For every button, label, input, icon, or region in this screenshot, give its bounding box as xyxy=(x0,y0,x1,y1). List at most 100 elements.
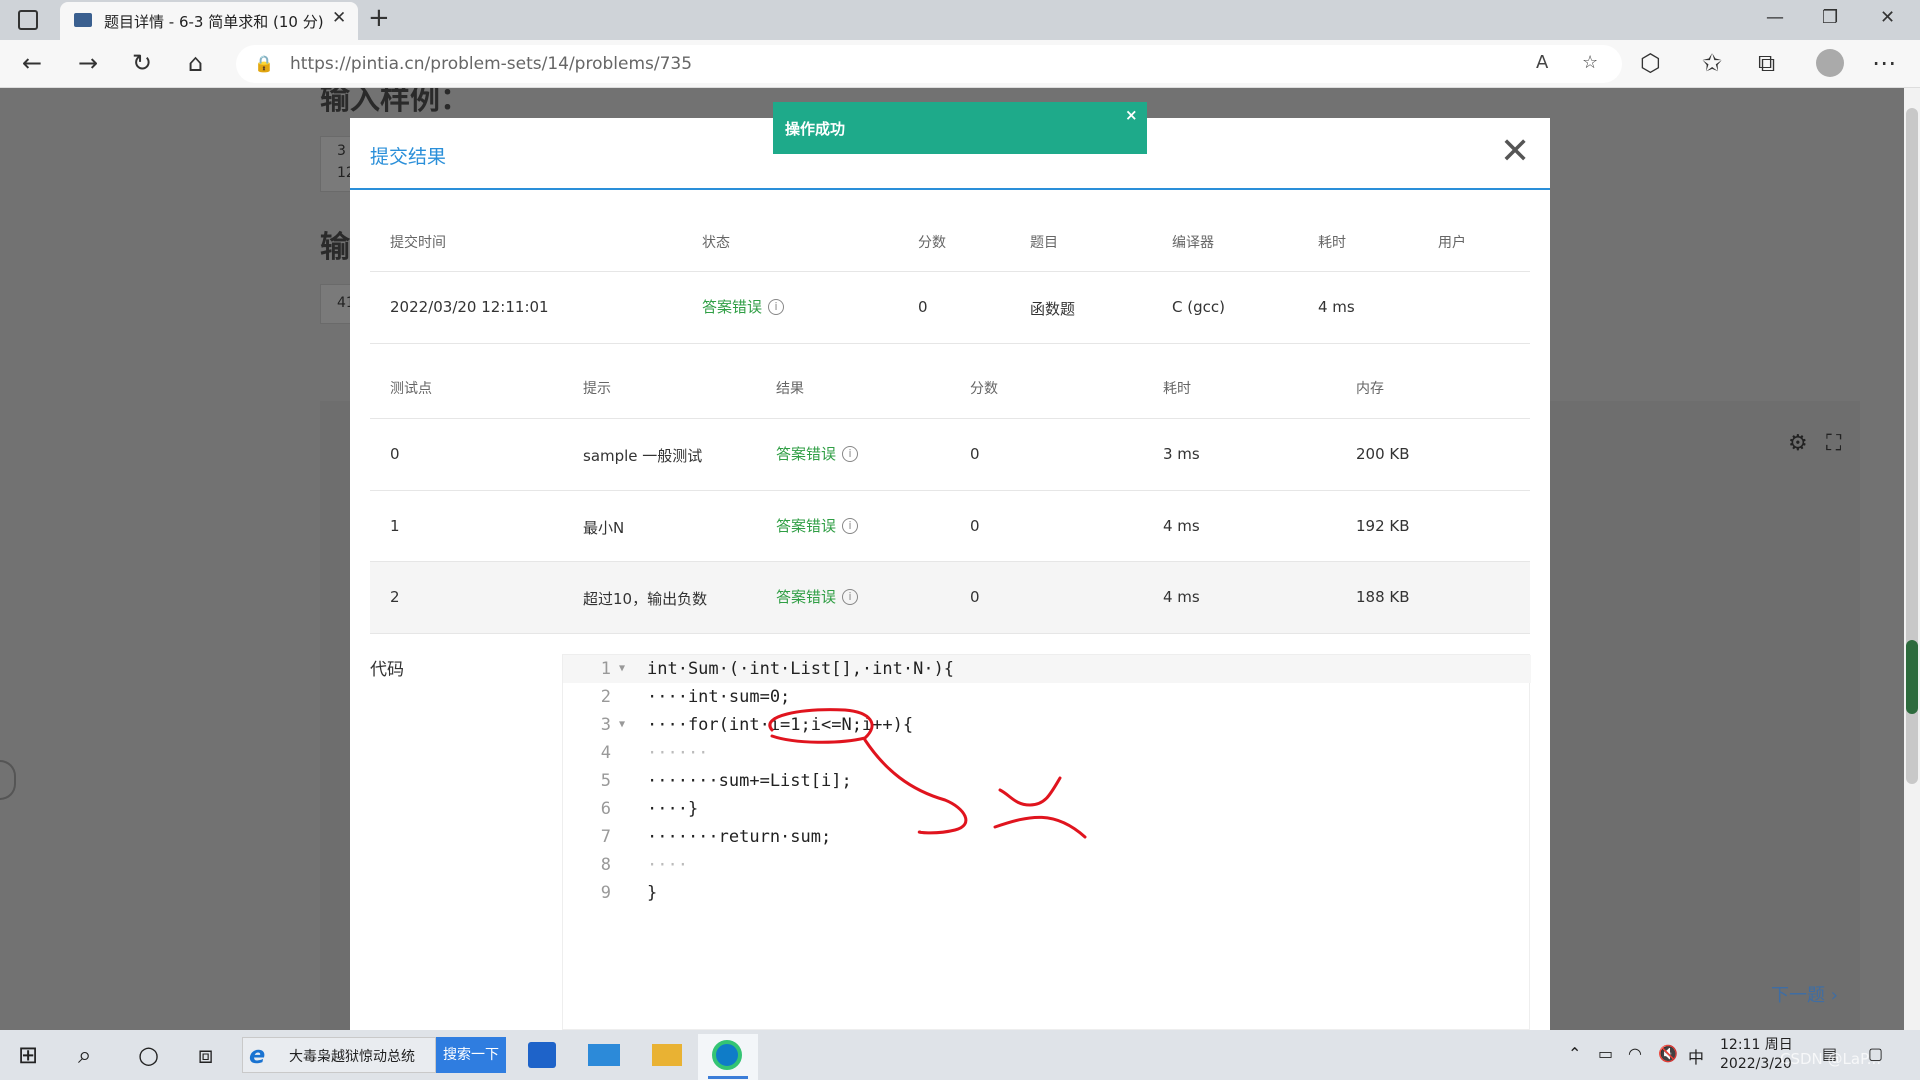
ime-indicator[interactable]: 中 xyxy=(1688,1044,1704,1068)
line-code: int·Sum·(·int·List[],·int·N·){ xyxy=(647,659,955,679)
mail-icon[interactable] xyxy=(588,1044,620,1066)
scroll-indicator xyxy=(1906,640,1918,714)
col-score: 分数 xyxy=(970,381,998,397)
more-menu-icon[interactable]: ⋯ xyxy=(1872,48,1896,78)
fold-arrow-icon[interactable]: ▼ xyxy=(619,711,625,739)
col-result: 结果 xyxy=(776,381,804,397)
window-close-button[interactable]: ✕ xyxy=(1880,7,1895,28)
line-code: ····int·sum=0; xyxy=(647,687,791,707)
ie-item-label: 大毒枭越狱惊动总统 xyxy=(289,1049,415,1065)
test-result[interactable]: 答案错误 i xyxy=(776,443,859,464)
code-viewer[interactable]: 1 ▼ int·Sum·(·int·List[],·int·N·){ 2 ···… xyxy=(562,654,1531,1030)
refresh-icon[interactable]: ↻ xyxy=(132,48,152,78)
line-number: 7 xyxy=(600,827,611,847)
line-code: ····for(int·i=1;i<=N;i++){ xyxy=(647,715,914,735)
address-bar[interactable]: 🔒 https://pintia.cn/problem-sets/14/prob… xyxy=(236,45,1622,83)
minimize-button[interactable]: — xyxy=(1766,7,1784,28)
settings-icon[interactable]: ⚙ xyxy=(1788,431,1808,456)
col-duration: 耗时 xyxy=(1318,235,1346,251)
volume-muted-icon[interactable]: 🔇 xyxy=(1658,1044,1678,1063)
test-row: 1 最小N 答案错误 i 0 4 ms 192 KB xyxy=(370,491,1530,562)
next-problem-link[interactable]: 下一题 › xyxy=(1771,981,1838,1007)
line-number: 4 xyxy=(600,743,611,763)
lock-icon[interactable]: 🔒 xyxy=(254,54,274,73)
chevron-right-icon: › xyxy=(1830,985,1838,1006)
test-memory: 192 KB xyxy=(1356,517,1410,535)
home-icon[interactable]: ⌂ xyxy=(188,48,203,78)
tab-actions-icon[interactable] xyxy=(18,10,38,30)
summary-table: 提交时间 状态 分数 题目 编译器 耗时 用户 2022/03/20 12:11… xyxy=(370,208,1530,344)
duration: 4 ms xyxy=(1318,298,1355,316)
windows-start-icon[interactable]: ⊞ xyxy=(18,1041,38,1069)
compiler: C (gcc) xyxy=(1172,298,1225,316)
cortana-icon[interactable]: ○ xyxy=(138,1041,159,1069)
line-code: ···· xyxy=(647,855,688,875)
test-row: 2 超过10，输出负数 答案错误 i 0 4 ms 188 KB xyxy=(370,562,1530,634)
profile-avatar[interactable] xyxy=(1816,49,1844,77)
line-number: 6 xyxy=(600,799,611,819)
network-icon[interactable]: ◠ xyxy=(1628,1044,1642,1063)
code-line: 5 ·······sum+=List[i]; xyxy=(563,767,1531,795)
test-id: 1 xyxy=(390,517,400,535)
test-result[interactable]: 答案错误 i xyxy=(776,586,859,607)
test-time: 4 ms xyxy=(1163,517,1200,535)
search-button[interactable]: 搜索一下 xyxy=(436,1037,506,1073)
battery-icon[interactable]: ▭ xyxy=(1598,1044,1613,1063)
forward-icon[interactable]: → xyxy=(78,48,98,78)
code-line: 2 ····int·sum=0; xyxy=(563,683,1531,711)
col-score: 分数 xyxy=(918,235,946,251)
problem-type: 函数题 xyxy=(1030,300,1076,318)
new-tab-button[interactable]: + xyxy=(368,3,390,33)
side-toggle-icon[interactable] xyxy=(0,760,16,800)
search-icon[interactable]: ⌕ xyxy=(78,1041,91,1069)
modal-close-button[interactable]: ✕ xyxy=(1500,132,1530,172)
col-submit-time: 提交时间 xyxy=(390,235,446,251)
browser-tab[interactable]: 题目详情 - 6-3 简单求和 (10 分) ✕ xyxy=(60,2,358,40)
test-id: 0 xyxy=(390,445,400,463)
col-memory: 内存 xyxy=(1356,381,1384,397)
tray-chevron-up-icon[interactable]: ⌃ xyxy=(1568,1044,1581,1063)
test-result-text[interactable]: 答案错误 xyxy=(776,445,836,463)
url-text[interactable]: https://pintia.cn/problem-sets/14/proble… xyxy=(290,54,692,74)
test-result-text[interactable]: 答案错误 xyxy=(776,517,836,535)
favorites-icon[interactable]: ✩ xyxy=(1702,48,1722,78)
info-icon[interactable]: i xyxy=(842,446,859,462)
code-line: 4 ······ xyxy=(563,739,1531,767)
tab-bar: 题目详情 - 6-3 简单求和 (10 分) ✕ + — ❐ ✕ xyxy=(0,0,1920,40)
info-icon[interactable]: i xyxy=(842,589,859,605)
add-favorite-icon[interactable]: ☆ xyxy=(1582,52,1598,73)
toast-close-icon[interactable]: × xyxy=(1125,106,1138,124)
task-view-icon[interactable]: ⧈ xyxy=(198,1041,213,1069)
code-line: 6 ····} xyxy=(563,795,1531,823)
status-text[interactable]: 答案错误 xyxy=(702,298,762,316)
next-problem-label: 下一题 xyxy=(1771,985,1825,1006)
submit-time: 2022/03/20 12:11:01 xyxy=(390,298,549,316)
toast-message: 操作成功 xyxy=(785,120,846,138)
fullscreen-icon[interactable]: ⛶ xyxy=(1826,431,1841,456)
ie-taskbar-item[interactable]: e 大毒枭越狱惊动总统 xyxy=(242,1037,436,1073)
code-line: 8 ···· xyxy=(563,851,1531,879)
test-id: 2 xyxy=(390,588,400,606)
read-aloud-icon[interactable]: A xyxy=(1536,52,1548,73)
input-sample-heading: 输入样例： xyxy=(320,88,470,117)
fold-arrow-icon[interactable]: ▼ xyxy=(619,655,625,683)
active-indicator xyxy=(708,1076,748,1079)
back-icon[interactable]: ← xyxy=(22,48,42,78)
tests-header-row: 测试点 提示 结果 分数 耗时 内存 xyxy=(370,354,1530,419)
info-icon[interactable]: i xyxy=(768,299,785,315)
status-cell[interactable]: 答案错误 i xyxy=(702,296,785,317)
file-explorer-icon[interactable] xyxy=(652,1044,682,1066)
summary-row: 2022/03/20 12:11:01 答案错误 i 0 函数题 C (gcc) … xyxy=(370,272,1530,344)
col-time: 耗时 xyxy=(1163,381,1191,397)
extensions-icon[interactable]: ⬡ xyxy=(1640,48,1661,78)
tab-close-icon[interactable]: ✕ xyxy=(332,8,346,28)
maximize-button[interactable]: ❐ xyxy=(1822,7,1838,28)
success-toast: 操作成功 × xyxy=(773,102,1147,154)
edge-icon[interactable] xyxy=(712,1040,742,1070)
collections-icon[interactable]: ⧉ xyxy=(1758,48,1775,78)
info-icon[interactable]: i xyxy=(842,518,859,534)
store-icon[interactable] xyxy=(528,1042,556,1068)
test-result[interactable]: 答案错误 i xyxy=(776,515,859,536)
test-result-text[interactable]: 答案错误 xyxy=(776,588,836,606)
site-favicon-icon xyxy=(74,13,92,27)
